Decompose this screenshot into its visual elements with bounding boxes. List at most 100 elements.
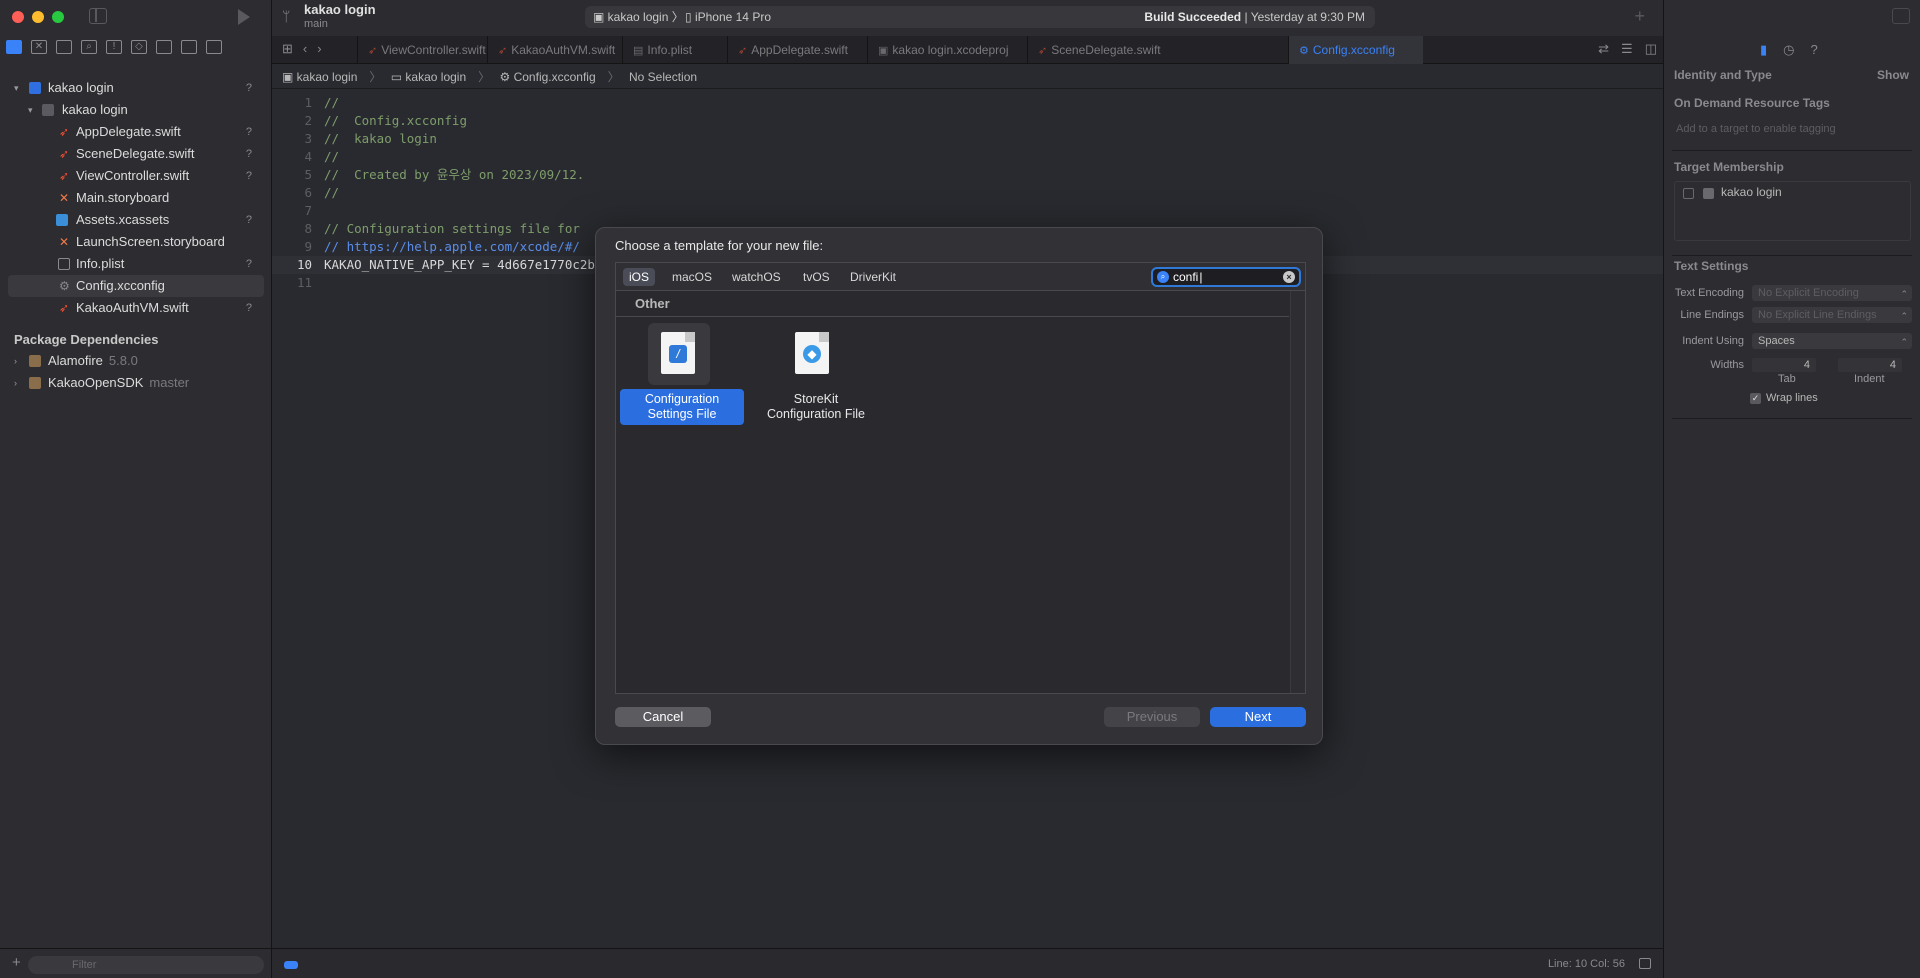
platform-tab-watchos[interactable]: watchOS — [726, 268, 787, 286]
previous-button[interactable]: Previous — [1104, 707, 1200, 727]
indent-width-field[interactable]: 4 — [1838, 358, 1902, 372]
package-row[interactable]: › KakaoOpenSDK master — [0, 372, 272, 394]
next-button[interactable]: Next — [1210, 707, 1306, 727]
split-editor-icon[interactable]: ◫ — [1645, 41, 1657, 57]
related-items-icon[interactable]: ⇄ — [1598, 41, 1609, 57]
file-name: KakaoAuthVM.swift — [76, 300, 189, 315]
debug-icon[interactable] — [156, 40, 172, 54]
platform-tab-ios[interactable]: iOS — [623, 268, 656, 286]
filter-input[interactable]: Filter — [28, 956, 264, 974]
tab-label: Info.plist — [647, 43, 693, 57]
tab-appdelegate[interactable]: ➶ AppDelegate.swift — [727, 36, 867, 64]
line-number: 1 — [304, 95, 312, 110]
file-row[interactable]: ✕ LaunchScreen.storyboard — [0, 231, 272, 253]
file-inspector-icon[interactable]: ▮ — [1760, 42, 1767, 58]
add-icon[interactable]: + — [12, 954, 21, 971]
disclosure-open-icon[interactable]: ▾ — [14, 77, 19, 99]
platform-tab-tvos[interactable]: tvOS — [797, 268, 836, 286]
folder-icon[interactable] — [6, 40, 22, 54]
test-icon[interactable]: ◇ — [131, 40, 147, 54]
file-row[interactable]: ➶ AppDelegate.swift ? — [0, 121, 272, 143]
file-row[interactable]: ➶ ViewController.swift ? — [0, 165, 272, 187]
tab-config-active[interactable]: ⚙ Config.xcconfig — [1288, 36, 1423, 64]
file-row[interactable]: Assets.xcassets ? — [0, 209, 272, 231]
disclosure-closed-icon[interactable]: › — [14, 372, 17, 394]
disclosure-closed-icon[interactable]: › — [14, 350, 17, 372]
close-window-button[interactable] — [12, 11, 24, 23]
tab-xcodeproj[interactable]: ▣ kakao login.xcodeproj — [867, 36, 1027, 64]
hide-navigator-icon[interactable] — [89, 8, 107, 24]
wrap-lines-checkbox[interactable]: ✓ — [1750, 393, 1761, 404]
folder-icon — [42, 104, 54, 116]
symbol-icon[interactable] — [56, 40, 72, 54]
tab-infoplist[interactable]: ▤ Info.plist — [622, 36, 727, 64]
scheme-selector[interactable]: ▣ kakao login 〉 — [593, 6, 684, 28]
back-icon[interactable]: ‹ — [303, 41, 307, 57]
file-row[interactable]: ➶ SceneDelegate.swift ? — [0, 143, 272, 165]
warning-icon[interactable]: ! — [106, 40, 122, 54]
template-scrollbar[interactable] — [1290, 291, 1305, 693]
zoom-window-button[interactable] — [52, 11, 64, 23]
storyboard-icon: ✕ — [59, 191, 70, 205]
file-row[interactable]: ✕ Main.storyboard — [0, 187, 272, 209]
tab-width-field[interactable]: 4 — [1752, 358, 1816, 372]
file-name: Main.storyboard — [76, 190, 170, 205]
file-row[interactable]: Info.plist ? — [0, 253, 272, 275]
template-browser: iOS macOS watchOS tvOS DriverKit ⌕ confi… — [615, 262, 1306, 694]
hide-inspector-icon[interactable] — [1892, 8, 1910, 24]
cancel-button[interactable]: Cancel — [615, 707, 711, 727]
text-encoding-select[interactable]: No Explicit Encoding — [1752, 285, 1912, 302]
jump-group[interactable]: ▭ kakao login — [391, 70, 472, 84]
line-text: // — [324, 185, 340, 200]
line-number: 9 — [304, 239, 312, 254]
tab-kakaoauthvm[interactable]: ➶ KakaoAuthVM.swift — [487, 36, 622, 64]
file-row[interactable]: ➶ KakaoAuthVM.swift ? — [0, 297, 272, 319]
forward-icon[interactable]: › — [317, 41, 321, 57]
jump-file[interactable]: ⚙ Config.xcconfig — [500, 70, 602, 84]
project-row[interactable]: ▾ kakao login ? — [0, 77, 272, 99]
history-inspector-icon[interactable]: ◷ — [1783, 42, 1794, 58]
template-search-field[interactable]: ⌕ confi × — [1151, 267, 1301, 287]
platform-tab-driverkit[interactable]: DriverKit — [844, 268, 902, 286]
grid-icon[interactable]: ⊞ — [282, 41, 293, 57]
minimize-window-button[interactable] — [32, 11, 44, 23]
template-configuration-settings-file[interactable]: / Configuration Settings File — [617, 323, 744, 433]
group-row[interactable]: ▾ kakao login — [0, 99, 272, 121]
indent-using-select[interactable]: Spaces — [1752, 333, 1912, 350]
toolbar-project-name[interactable]: kakao login — [304, 2, 376, 17]
editor-options-icon[interactable]: ☰ — [1621, 41, 1633, 57]
clear-search-icon[interactable]: × — [1283, 271, 1295, 283]
platform-tab-macos[interactable]: macOS — [666, 268, 718, 286]
editor-tab-bar: ⊞ ‹ › ➶ ViewController.swift ➶ KakaoAuthVM… — [272, 36, 1663, 64]
search-icon[interactable]: ⌕ — [81, 40, 97, 54]
show-button[interactable]: Show — [1877, 68, 1909, 82]
tab-viewcontroller[interactable]: ➶ ViewController.swift — [357, 36, 487, 64]
disclosure-open-icon[interactable]: ▾ — [28, 99, 33, 121]
template-storekit-configuration-file[interactable]: ◆ StoreKit Configuration File — [751, 323, 875, 433]
debug-area-toggle-icon[interactable] — [1639, 958, 1651, 969]
source-control-icon[interactable]: ✕ — [31, 40, 47, 54]
breakpoints-toggle-icon[interactable] — [284, 961, 298, 969]
line-number: 6 — [304, 185, 312, 200]
section-title: Text Settings — [1674, 259, 1749, 273]
help-inspector-icon[interactable]: ? — [1811, 42, 1818, 58]
dialog-title: Choose a template for your new file: — [615, 238, 824, 253]
tab-scenedelegate[interactable]: ➶ SceneDelegate.swift — [1027, 36, 1162, 64]
template-caption-line: Settings File — [647, 407, 717, 421]
run-icon[interactable] — [238, 9, 250, 25]
jump-selection[interactable]: No Selection — [629, 70, 697, 84]
destination-selector[interactable]: ▯ iPhone 14 Pro — [685, 6, 771, 28]
jump-project[interactable]: ▣ kakao login — [282, 70, 363, 84]
package-row[interactable]: › Alamofire 5.8.0 — [0, 350, 272, 372]
editor-status-bar: Line: 10 Col: 56 — [272, 948, 1663, 978]
report-icon[interactable] — [206, 40, 222, 54]
file-row-selected[interactable]: ⚙ Config.xcconfig — [8, 275, 264, 297]
chevron-right-icon: 〉 — [607, 70, 620, 84]
breakpoint-icon[interactable] — [181, 40, 197, 54]
section-title: Target Membership — [1674, 160, 1784, 174]
file-name: AppDelegate.swift — [76, 124, 181, 139]
library-add-icon[interactable]: + — [1634, 6, 1645, 27]
toolbar-branch-name[interactable]: main — [304, 18, 328, 30]
line-endings-select[interactable]: No Explicit Line Endings — [1752, 307, 1912, 324]
target-checkbox[interactable] — [1683, 188, 1694, 199]
